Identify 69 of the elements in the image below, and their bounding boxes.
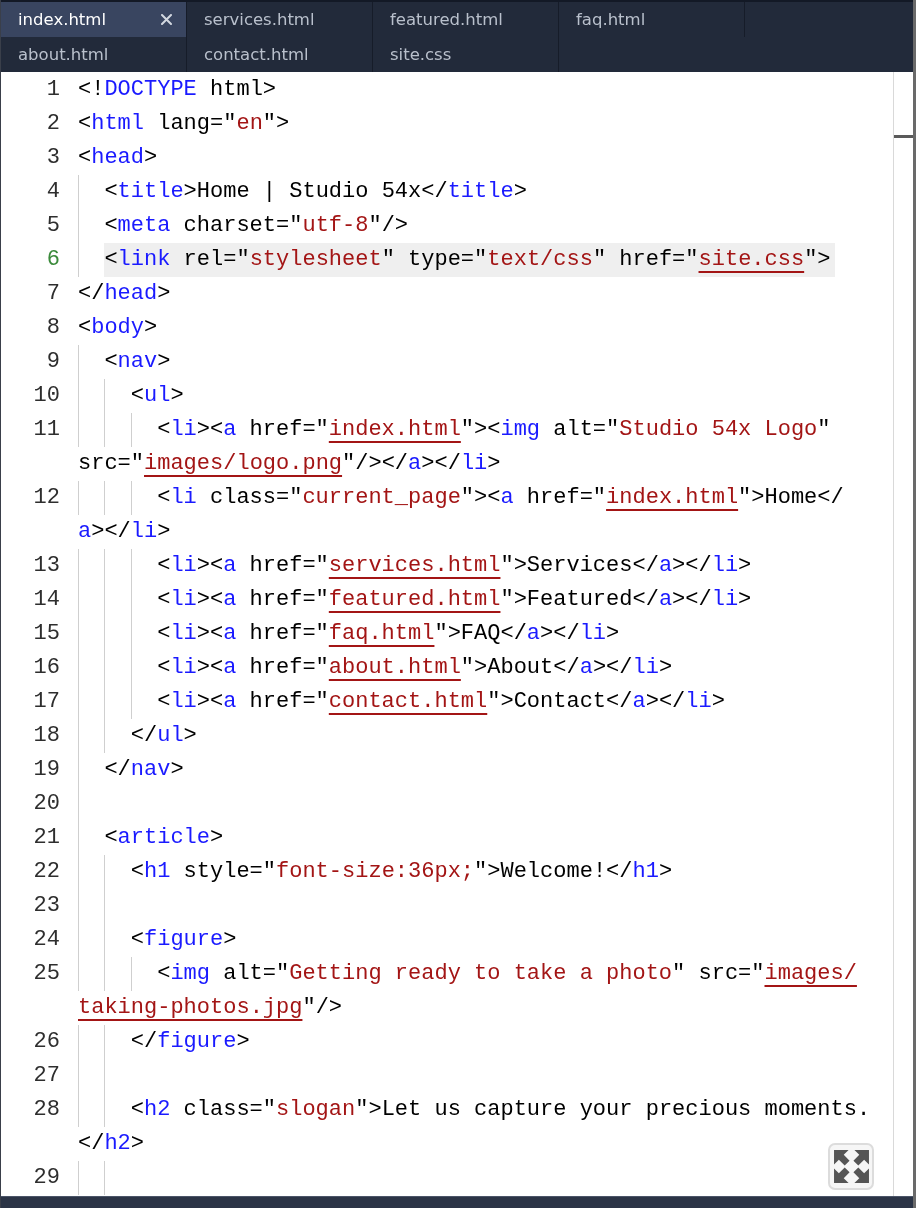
code-line: <li><a href="contact.html">Contact</a></li> xyxy=(157,688,725,716)
line-number: 25 xyxy=(32,960,60,988)
line-number: 26 xyxy=(32,1028,60,1056)
code-line: <title>Home | Studio 54x</title> xyxy=(104,178,527,206)
line-number: 23 xyxy=(32,892,60,920)
file-tab[interactable]: featured.html xyxy=(373,2,559,37)
code-line: </nav> xyxy=(104,756,184,784)
expand-icon xyxy=(833,1150,869,1183)
code-line: </ul> xyxy=(130,722,197,750)
line-number: 7 xyxy=(45,280,60,308)
code-line: <figure> xyxy=(130,926,237,954)
code-line: <body> xyxy=(78,314,158,342)
line-number: 29 xyxy=(32,1164,60,1192)
line-number: 16 xyxy=(32,654,60,682)
code-line: <img alt="Getting ready to take a photo" src="images/ xyxy=(157,960,857,988)
code-line: <nav> xyxy=(104,348,171,376)
line-number: 24 xyxy=(32,926,60,954)
line-number: 19 xyxy=(32,756,60,784)
line-number: 1 xyxy=(45,76,60,104)
line-number: 13 xyxy=(32,552,60,580)
file-tab[interactable]: faq.html xyxy=(559,2,745,37)
code-line: <article> xyxy=(104,824,224,852)
file-tab[interactable]: index.html xyxy=(1,2,187,37)
code-line: <li><a href="about.html">About</a></li> xyxy=(157,654,673,682)
code-line: </head> xyxy=(78,280,171,308)
line-number: 9 xyxy=(45,348,60,376)
file-tab[interactable]: site.css xyxy=(373,37,559,72)
code-line: </h2> xyxy=(78,1130,144,1158)
line-number: 21 xyxy=(32,824,60,852)
file-tab[interactable]: services.html xyxy=(187,2,373,37)
scrollbar[interactable] xyxy=(893,72,913,1196)
line-number: 18 xyxy=(32,722,60,750)
code-line: <h2 class="slogan">Let us capture your precious moments. xyxy=(130,1096,871,1124)
code-line: <li><a href="faq.html">FAQ</a></li> xyxy=(157,620,620,648)
line-number: 22 xyxy=(32,858,60,886)
line-number: 8 xyxy=(45,314,60,342)
code-line: <meta charset="utf-8"/> xyxy=(104,212,409,240)
scrollbar-marker xyxy=(894,135,913,138)
line-number: 28 xyxy=(32,1096,60,1124)
code-line: <li><a href="featured.html">Featured</a></li> xyxy=(157,586,752,614)
line-number: 6 xyxy=(45,246,60,274)
line-number: 15 xyxy=(32,620,60,648)
code-line: <html lang="en"> xyxy=(78,110,290,138)
code-line: <ul> xyxy=(130,382,184,410)
line-number: 12 xyxy=(32,484,60,512)
close-icon[interactable] xyxy=(161,14,172,25)
code-line: <!DOCTYPE html> xyxy=(78,76,277,104)
line-number: 14 xyxy=(32,586,60,614)
code-line: <li class="current_page"><a href="index.html">Home</ xyxy=(157,484,844,512)
fullscreen-button[interactable] xyxy=(828,1143,874,1190)
line-number: 4 xyxy=(45,178,60,206)
line-number: 11 xyxy=(32,416,60,444)
line-number: 5 xyxy=(45,212,60,240)
code-line: <head> xyxy=(78,144,158,172)
code-line: <li><a href="services.html">Services</a></li> xyxy=(157,552,752,580)
code-line: src="images/logo.png"/></a></li> xyxy=(78,450,501,478)
line-number: 3 xyxy=(45,144,60,172)
code-line: <h1 style="font-size:36px;">Welcome!</h1> xyxy=(130,858,673,886)
line-number: 20 xyxy=(32,790,60,818)
line-number: 2 xyxy=(45,110,60,138)
line-number: 17 xyxy=(32,688,60,716)
line-number: 10 xyxy=(32,382,60,410)
file-tab[interactable]: about.html xyxy=(1,37,187,72)
code-line: a></li> xyxy=(78,518,171,546)
code-line: </figure> xyxy=(130,1028,250,1056)
code-line: <li><a href="index.html"><img alt="Studio 54x Logo" xyxy=(157,416,831,444)
line-number: 27 xyxy=(32,1062,60,1090)
code-line: taking-photos.jpg"/> xyxy=(78,994,343,1022)
file-tab[interactable]: contact.html xyxy=(187,37,373,72)
